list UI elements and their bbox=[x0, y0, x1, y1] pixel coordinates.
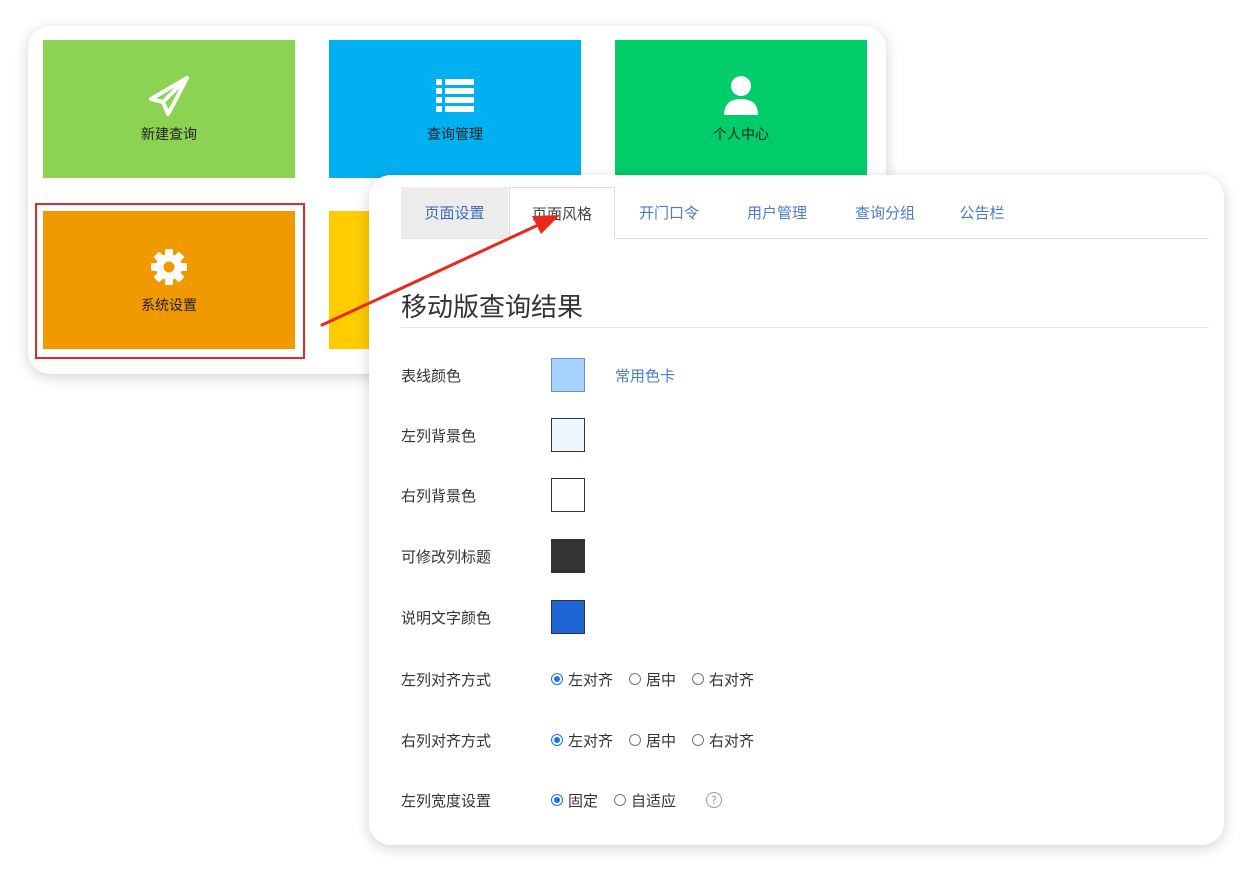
setting-row-left-width: 左列宽度设置 固定 自适应 ? bbox=[401, 782, 723, 818]
setting-row-left-align: 左列对齐方式 左对齐 居中 右对齐 bbox=[401, 661, 770, 697]
setting-label: 右列对齐方式 bbox=[401, 731, 492, 750]
setting-label: 右列背景色 bbox=[401, 486, 477, 505]
setting-label: 左列背景色 bbox=[401, 426, 477, 445]
color-swatch[interactable] bbox=[551, 418, 585, 452]
tab-bulletin[interactable]: 公告栏 bbox=[952, 187, 1012, 238]
tab-query-groups[interactable]: 查询分组 bbox=[845, 187, 925, 238]
color-swatch[interactable] bbox=[551, 478, 585, 512]
tab-page-settings[interactable]: 页面设置 bbox=[401, 187, 508, 238]
tab-open-password[interactable]: 开门口令 bbox=[629, 187, 709, 238]
color-swatch[interactable] bbox=[551, 358, 585, 392]
radio-button[interactable] bbox=[551, 673, 563, 685]
setting-label: 说明文字颜色 bbox=[401, 608, 492, 627]
tile-new-query[interactable]: 新建查询 bbox=[43, 40, 295, 178]
radio-label: 左对齐 bbox=[568, 670, 614, 689]
color-swatch[interactable] bbox=[551, 539, 585, 573]
radio-label: 左对齐 bbox=[568, 731, 614, 750]
radio-label: 居中 bbox=[646, 731, 677, 750]
help-icon[interactable]: ? bbox=[706, 792, 723, 808]
setting-row-table-line-color: 表线颜色 常用色卡 bbox=[401, 357, 675, 393]
radio-button[interactable] bbox=[692, 673, 705, 685]
tile-query-management[interactable]: 查询管理 bbox=[329, 40, 581, 178]
radio-button[interactable] bbox=[551, 734, 563, 746]
radio-button[interactable] bbox=[692, 734, 705, 746]
tile-label: 个人中心 bbox=[713, 127, 769, 143]
radio-button[interactable] bbox=[629, 734, 642, 746]
radio-button[interactable] bbox=[614, 794, 627, 806]
list-icon bbox=[434, 74, 476, 118]
setting-row-right-bg: 右列背景色 bbox=[401, 477, 585, 513]
setting-row-right-align: 右列对齐方式 左对齐 居中 右对齐 bbox=[401, 722, 770, 758]
radio-group: 左对齐 居中 右对齐 bbox=[551, 730, 770, 751]
user-icon bbox=[721, 74, 761, 118]
tile-label: 查询管理 bbox=[427, 127, 483, 143]
radio-label: 固定 bbox=[568, 791, 599, 810]
highlight-box bbox=[35, 203, 305, 359]
setting-label: 表线颜色 bbox=[401, 366, 462, 385]
radio-option-left[interactable]: 左对齐 bbox=[551, 669, 613, 690]
radio-option-adaptive[interactable]: 自适应 bbox=[614, 790, 676, 811]
section-title: 移动版查询结果 bbox=[401, 293, 584, 323]
radio-group: 固定 自适应 ? bbox=[551, 790, 723, 811]
radio-button[interactable] bbox=[551, 794, 563, 806]
radio-option-left[interactable]: 左对齐 bbox=[551, 730, 613, 751]
radio-option-center[interactable]: 居中 bbox=[629, 730, 676, 751]
setting-label: 可修改列标题 bbox=[401, 547, 492, 566]
settings-panel: 页面设置 页面风格 开门口令 用户管理 查询分组 公告栏 移动版查询结果 表线颜… bbox=[369, 175, 1224, 845]
settings-tabs: 页面设置 页面风格 开门口令 用户管理 查询分组 公告栏 bbox=[401, 187, 1209, 239]
radio-group: 左对齐 居中 右对齐 bbox=[551, 669, 770, 690]
tab-page-style[interactable]: 页面风格 bbox=[509, 187, 615, 239]
radio-option-center[interactable]: 居中 bbox=[629, 669, 676, 690]
radio-label: 右对齐 bbox=[709, 670, 755, 689]
radio-label: 自适应 bbox=[631, 791, 677, 810]
radio-label: 右对齐 bbox=[709, 731, 755, 750]
tile-personal-center[interactable]: 个人中心 bbox=[615, 40, 867, 178]
color-card-link[interactable]: 常用色卡 bbox=[615, 365, 675, 386]
section-divider bbox=[401, 327, 1209, 328]
radio-option-right[interactable]: 右对齐 bbox=[692, 730, 754, 751]
setting-row-description-color: 说明文字颜色 bbox=[401, 599, 585, 635]
setting-row-left-bg: 左列背景色 bbox=[401, 417, 585, 453]
setting-label: 左列宽度设置 bbox=[401, 791, 492, 810]
radio-option-right[interactable]: 右对齐 bbox=[692, 669, 754, 690]
paper-plane-icon bbox=[147, 74, 191, 118]
setting-label: 左列对齐方式 bbox=[401, 670, 492, 689]
radio-label: 居中 bbox=[646, 670, 677, 689]
color-swatch[interactable] bbox=[551, 600, 585, 634]
radio-button[interactable] bbox=[629, 673, 642, 685]
tile-label: 新建查询 bbox=[141, 127, 197, 143]
radio-option-fixed[interactable]: 固定 bbox=[551, 790, 598, 811]
setting-row-editable-title: 可修改列标题 bbox=[401, 538, 585, 574]
tab-user-management[interactable]: 用户管理 bbox=[737, 187, 817, 238]
